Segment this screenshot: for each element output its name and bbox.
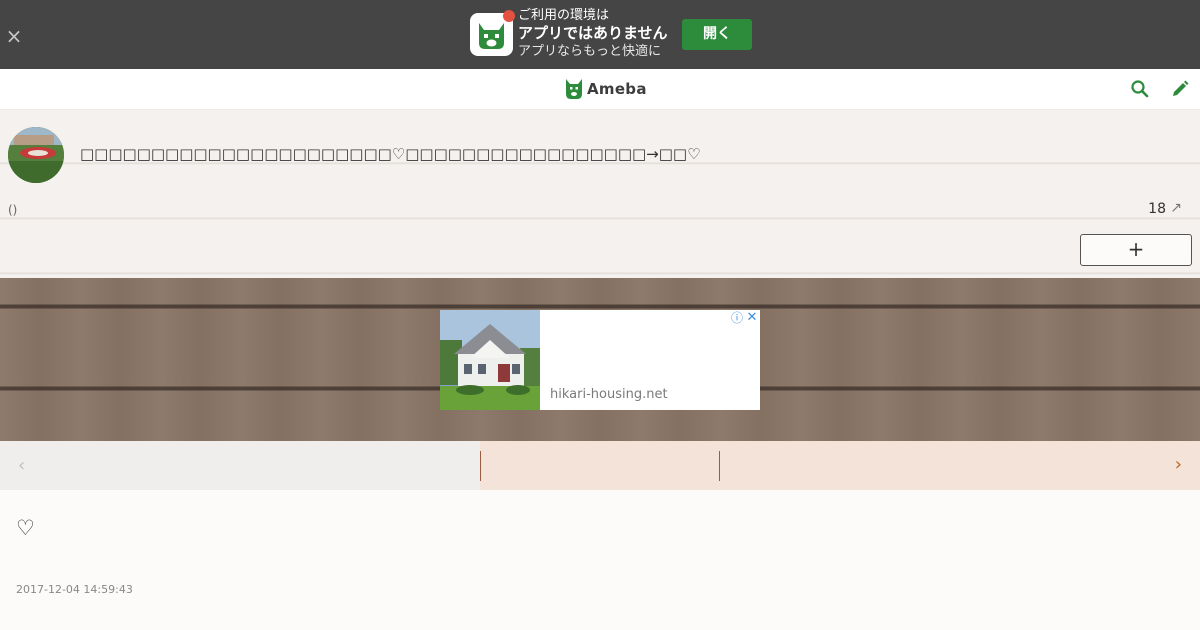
next-entry-button[interactable]: › [720,441,1200,490]
search-icon[interactable] [1130,79,1150,99]
banner-line-app-better: アプリならもっと快適に [518,44,662,59]
site-header: Ameba [0,69,1200,110]
pencil-icon[interactable] [1170,79,1190,99]
follower-count[interactable]: 18 [1148,201,1166,217]
close-banner-button[interactable]: × [5,26,23,46]
ameba-logo[interactable]: Ameba [565,78,647,100]
banner-line-not-app: アプリではありません [518,24,668,42]
follow-button[interactable]: + [1080,234,1192,266]
ad-house-image[interactable] [440,310,540,410]
ad-info-icon[interactable]: ⓘ [730,311,744,325]
open-app-button[interactable]: 開く [682,19,752,50]
banner-text: ご利用の環境は アプリではありません アプリならもっと快適に [518,7,668,60]
pager-divider [480,451,481,481]
ameba-mascot-icon [566,79,582,99]
entry-body: ♡ [16,516,35,540]
entry-pager: ‹ › [0,441,1200,490]
logo-wordmark: Ameba [587,80,647,98]
chevron-left-icon: ‹ [18,455,26,476]
avatar[interactable] [8,127,64,183]
blog-title[interactable]: □□□□□□□□□□□□□□□□□□□□□□♡□□□□□□□□□□□□□□□□□… [80,145,701,163]
prev-entry-button[interactable]: ‹ [0,441,480,490]
notification-dot [503,10,515,22]
arrow-up-right-icon[interactable]: ↗ [1170,200,1182,216]
ad-band: hikari-housing.net ⓘ ✕ [0,278,1200,441]
pager-divider [719,451,720,481]
blog-description: () [8,203,18,217]
chevron-right-icon: › [1174,454,1182,475]
blog-profile: □□□□□□□□□□□□□□□□□□□□□□♡□□□□□□□□□□□□□□□□□… [0,110,1200,278]
ad-close-icon[interactable]: ✕ [745,311,759,325]
entry-list-button[interactable] [480,441,720,490]
banner-line-env: ご利用の環境は [518,8,610,23]
ad-banner[interactable]: hikari-housing.net ⓘ ✕ [440,310,760,410]
app-banner: × ご利用の環境は アプリではありません アプリならもっと快適に 開く [0,0,1200,69]
ad-domain[interactable]: hikari-housing.net [550,387,668,402]
entry-date: 2017-12-04 14:59:43 [16,583,133,596]
